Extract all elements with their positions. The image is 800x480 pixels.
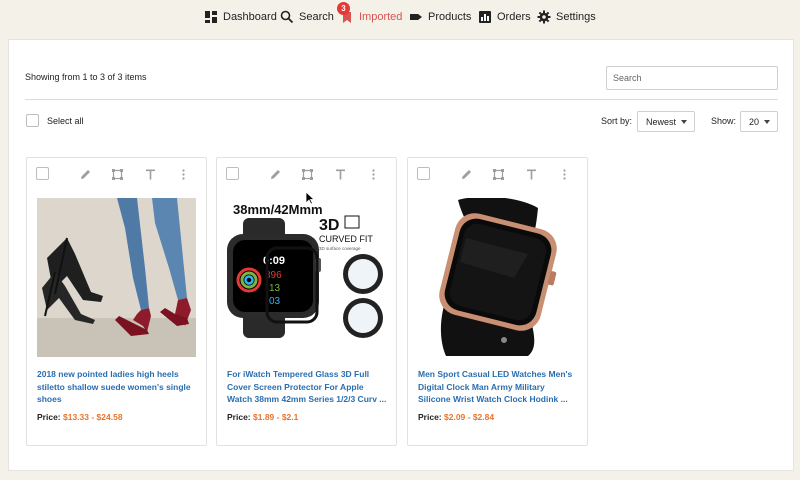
more-vertical-icon[interactable] xyxy=(367,168,380,181)
product-price: Price: $2.09 - $2.84 xyxy=(418,412,494,422)
bar-chart-icon xyxy=(478,10,492,24)
gear-icon xyxy=(537,10,551,24)
chevron-down-icon xyxy=(764,120,770,124)
image-n3-text: 03 xyxy=(269,296,281,307)
mouse-cursor-icon xyxy=(305,191,316,205)
show-dropdown[interactable]: 20 xyxy=(740,111,778,132)
image-coverage-text: 3D surface coverage xyxy=(319,246,361,251)
nav-search[interactable]: Search xyxy=(280,9,334,25)
search-icon xyxy=(280,10,294,24)
tag-icon xyxy=(409,10,423,24)
crop-image-icon[interactable] xyxy=(492,168,505,181)
more-vertical-icon[interactable] xyxy=(177,168,190,181)
crop-image-icon[interactable] xyxy=(111,168,124,181)
select-all-checkbox[interactable] xyxy=(26,114,39,127)
nav-dashboard-label: Dashboard xyxy=(223,11,277,23)
price-value: $2.09 - $2.84 xyxy=(444,412,495,422)
edit-icon[interactable] xyxy=(460,168,473,181)
product-title-link[interactable]: 2018 new pointed ladies high heels stile… xyxy=(37,368,197,406)
product-checkbox[interactable] xyxy=(36,167,49,180)
select-all-label: Select all xyxy=(47,116,84,126)
nav-search-label: Search xyxy=(299,11,334,23)
product-title-link[interactable]: Men Sport Casual LED Watches Men's Digit… xyxy=(418,368,578,406)
price-value: $13.33 - $24.58 xyxy=(63,412,123,422)
product-image[interactable]: 38mm/42Mmm 3D CURVED FIT 3D surface cove… xyxy=(227,198,386,357)
sort-dropdown[interactable]: Newest xyxy=(637,111,695,132)
nav-settings[interactable]: Settings xyxy=(537,9,596,25)
nav-products[interactable]: Products xyxy=(409,9,471,25)
show-label: Show: xyxy=(711,116,737,126)
sort-value: Newest xyxy=(646,116,677,127)
product-image[interactable] xyxy=(418,198,577,357)
price-label: Price: xyxy=(37,412,61,422)
nav-settings-label: Settings xyxy=(556,11,596,23)
main-panel: Showing from 1 to 3 of 3 items Select al… xyxy=(8,39,794,471)
bookmark-icon: 3 xyxy=(337,2,354,24)
price-label: Price: xyxy=(227,412,251,422)
image-curved-text: CURVED FIT xyxy=(319,234,373,244)
search-input[interactable] xyxy=(606,66,778,90)
imported-count-badge: 3 xyxy=(337,2,350,15)
product-card: 2018 new pointed ladies high heels stile… xyxy=(26,157,207,446)
image-n2-text: 13 xyxy=(269,283,281,294)
dashboard-icon xyxy=(204,10,218,24)
image-3d-text: 3D xyxy=(319,217,339,234)
crop-image-icon[interactable] xyxy=(301,168,314,181)
sort-label: Sort by: xyxy=(601,116,633,126)
more-vertical-icon[interactable] xyxy=(558,168,571,181)
price-label: Price: xyxy=(418,412,442,422)
items-count-text: Showing from 1 to 3 of 3 items xyxy=(25,72,147,82)
nav-dashboard[interactable]: Dashboard xyxy=(204,9,277,25)
product-card: Men Sport Casual LED Watches Men's Digit… xyxy=(407,157,588,446)
product-checkbox[interactable] xyxy=(417,167,430,180)
text-icon[interactable] xyxy=(334,168,347,181)
price-value: $1.89 - $2.1 xyxy=(253,412,299,422)
product-image[interactable] xyxy=(37,198,196,357)
nav-orders-label: Orders xyxy=(497,11,531,23)
show-value: 20 xyxy=(749,116,760,127)
nav-orders[interactable]: Orders xyxy=(478,9,531,25)
product-price: Price: $13.33 - $24.58 xyxy=(37,412,123,422)
text-icon[interactable] xyxy=(144,168,157,181)
divider xyxy=(25,99,778,100)
nav-imported-label: Imported xyxy=(359,11,403,23)
chevron-down-icon xyxy=(681,120,687,124)
edit-icon[interactable] xyxy=(79,168,92,181)
top-nav: Dashboard Search 3 Imported Products Ord… xyxy=(0,0,800,36)
nav-imported[interactable]: 3 Imported xyxy=(337,2,403,25)
product-checkbox[interactable] xyxy=(226,167,239,180)
nav-products-label: Products xyxy=(428,11,472,23)
product-title-link[interactable]: For iWatch Tempered Glass 3D Full Cover … xyxy=(227,368,387,406)
product-price: Price: $1.89 - $2.1 xyxy=(227,412,298,422)
text-icon[interactable] xyxy=(525,168,538,181)
edit-icon[interactable] xyxy=(269,168,282,181)
